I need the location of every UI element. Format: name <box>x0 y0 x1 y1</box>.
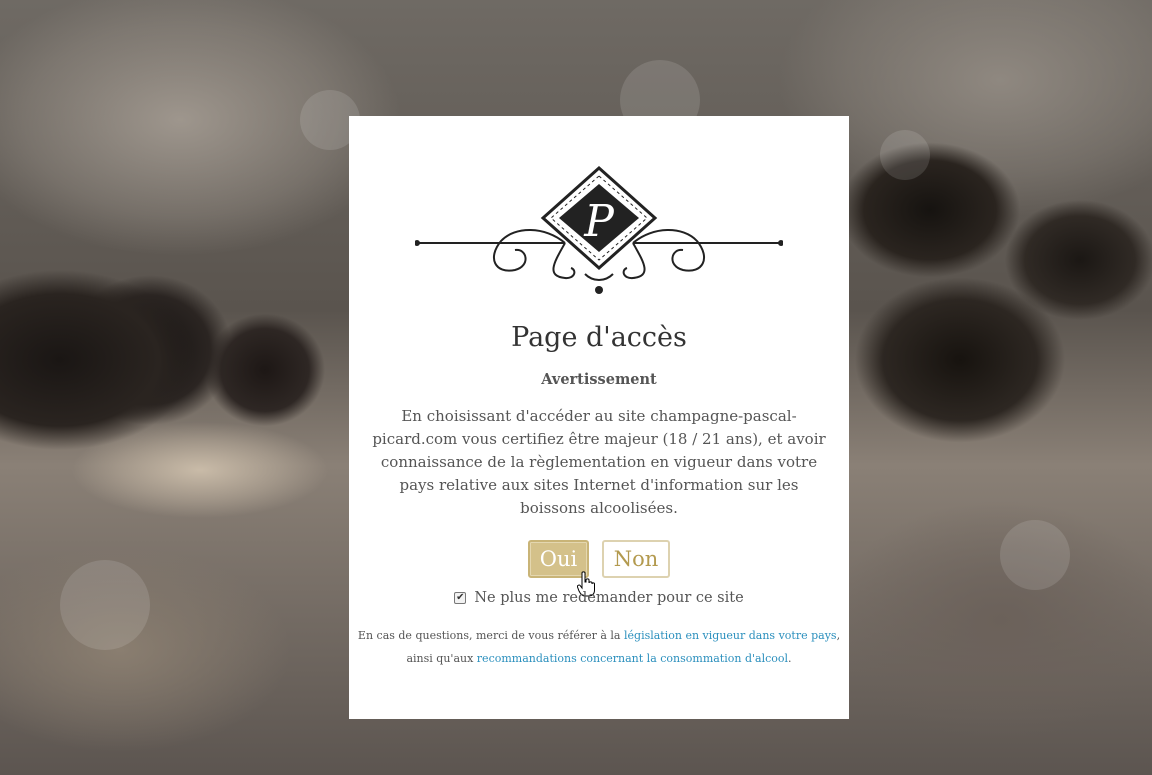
page-title: Page d'accès <box>511 322 687 353</box>
age-gate-dialog: P Page d'accès Avertissement En choisiss… <box>349 116 849 719</box>
no-button[interactable]: Non <box>602 540 670 578</box>
age-disclaimer-text: En choisissant d'accéder au site champag… <box>372 407 826 517</box>
svg-text:P: P <box>583 196 615 247</box>
footer-note: En cas de questions, merci de vous référ… <box>349 624 849 670</box>
remember-label: Ne plus me redemander pour ce site <box>474 590 744 606</box>
footer-line-1: En cas de questions, merci de vous référ… <box>357 629 841 642</box>
warning-subtitle: Avertissement <box>541 371 657 388</box>
answer-buttons: Oui Non <box>349 540 849 578</box>
recommendations-link[interactable]: recommandations concernant la consommati… <box>477 652 788 665</box>
pascal-picard-logo-icon: P <box>415 166 783 294</box>
footer-line-2: ainsi qu'aux recommandations concernant … <box>406 652 792 665</box>
legislation-link[interactable]: législation en vigueur dans votre pays <box>624 629 837 642</box>
remember-checkbox[interactable]: ✔ <box>454 592 467 604</box>
remember-choice[interactable]: ✔ Ne plus me redemander pour ce site <box>349 590 849 606</box>
